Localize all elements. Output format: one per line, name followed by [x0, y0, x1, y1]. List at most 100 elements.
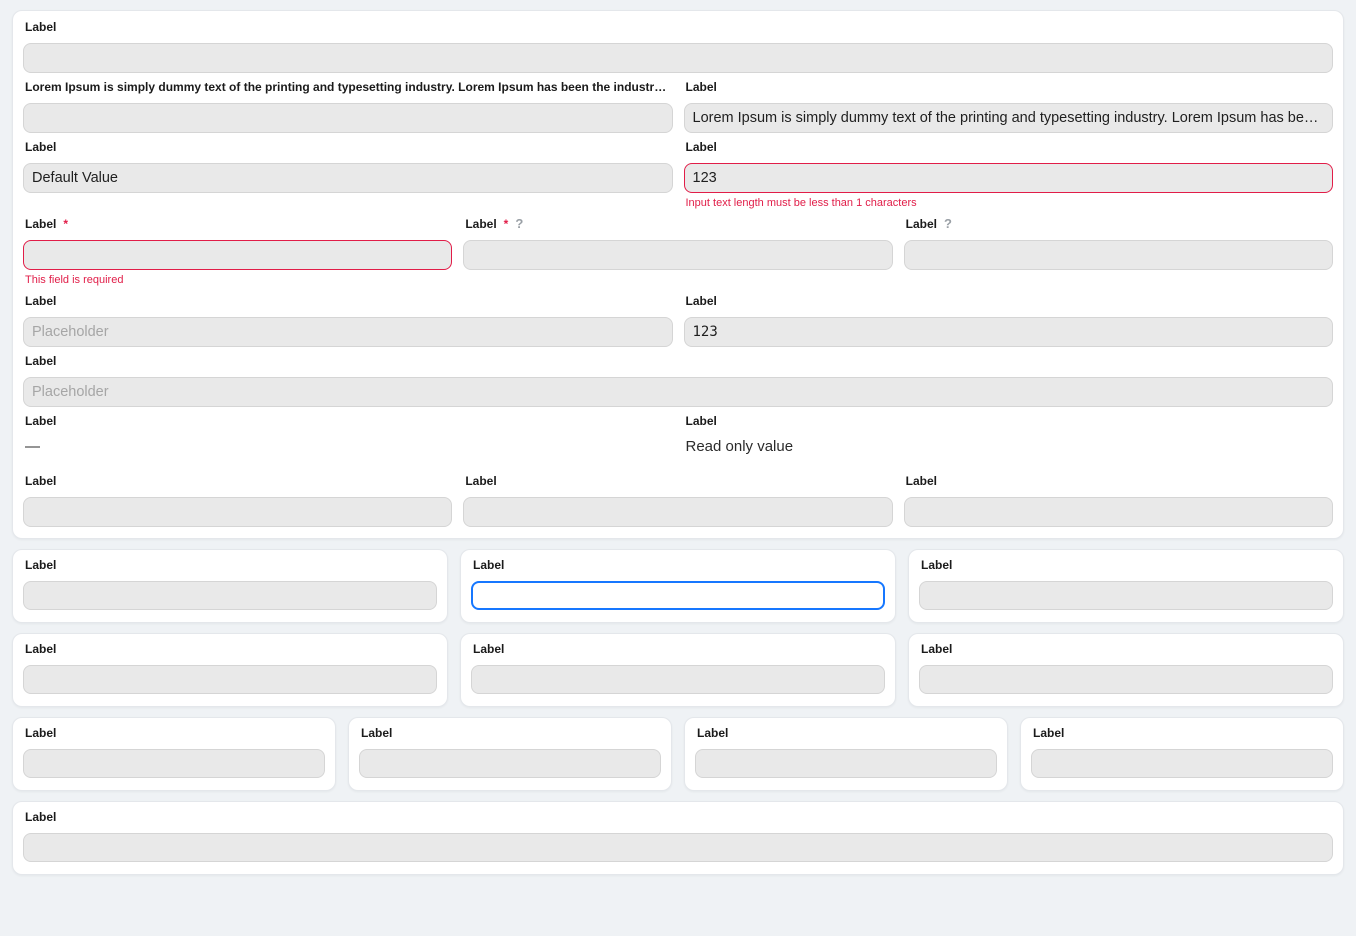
- text-input[interactable]: [23, 749, 325, 778]
- field-label: Label: [686, 80, 1332, 94]
- card-row-focused: Label Label Label: [12, 549, 1344, 623]
- field-label-text: Label: [465, 217, 496, 231]
- text-input[interactable]: [471, 665, 885, 694]
- field-label-text: Label: [25, 474, 56, 488]
- text-input[interactable]: [23, 103, 673, 133]
- text-input[interactable]: [23, 163, 673, 193]
- field-label: Label: [361, 726, 659, 740]
- field-label-text: Label: [686, 80, 717, 94]
- required-error-message: This field is required: [25, 274, 450, 287]
- text-input-focused[interactable]: [471, 581, 885, 610]
- readonly-value: Read only value: [686, 437, 1332, 456]
- text-input[interactable]: [919, 581, 1333, 610]
- text-input-required[interactable]: [23, 240, 452, 270]
- field-label: Label: [473, 642, 883, 656]
- text-input[interactable]: [23, 497, 452, 527]
- field-label-text: Label: [25, 354, 56, 368]
- field-label-text: Label: [465, 474, 496, 488]
- required-asterisk: *: [63, 217, 68, 231]
- field-label: Label: [697, 726, 995, 740]
- form-field: Label ?: [904, 217, 1333, 287]
- help-icon[interactable]: ?: [944, 217, 952, 231]
- form-field: Label: [684, 294, 1334, 347]
- field-card: Label: [1020, 717, 1344, 791]
- field-label-text: Label: [906, 474, 937, 488]
- form-field: Label * This field is required: [23, 217, 452, 287]
- field-label-text: Label: [686, 294, 717, 308]
- readonly-value: —: [25, 437, 671, 456]
- form-field: Label: [23, 354, 1333, 407]
- text-input[interactable]: [684, 103, 1334, 133]
- field-label: Label: [921, 558, 1331, 572]
- text-input[interactable]: [23, 43, 1333, 73]
- field-card: Label: [908, 549, 1344, 623]
- help-icon[interactable]: ?: [515, 217, 523, 231]
- form-field: Lorem Ipsum is simply dummy text of the …: [23, 80, 673, 133]
- form-field: Label Input text length must be less tha…: [684, 140, 1334, 210]
- field-label: Label: [25, 642, 435, 656]
- field-label: Label *: [25, 217, 450, 231]
- field-label: Label: [686, 140, 1332, 154]
- field-label: Label: [25, 558, 435, 572]
- form-field: Label: [23, 140, 673, 210]
- field-label: Label: [921, 642, 1331, 656]
- text-input[interactable]: [904, 240, 1333, 270]
- field-label: Label * ?: [465, 217, 890, 231]
- field-label-text: Label: [25, 217, 56, 231]
- field-label-text: Label: [921, 642, 952, 656]
- text-input[interactable]: [695, 749, 997, 778]
- field-card: Label: [12, 549, 448, 623]
- text-input[interactable]: [23, 665, 437, 694]
- field-label: Label ?: [906, 217, 1331, 231]
- field-label: Label: [25, 294, 671, 308]
- field-label-text: Label: [906, 217, 937, 231]
- text-input[interactable]: [463, 497, 892, 527]
- field-label: Label: [686, 414, 1332, 428]
- numeric-input[interactable]: [684, 317, 1334, 347]
- field-label: Label: [25, 810, 1331, 824]
- field-label: Label: [465, 474, 890, 488]
- text-input[interactable]: [904, 497, 1333, 527]
- text-input[interactable]: [463, 240, 892, 270]
- field-label: Label: [25, 20, 1331, 34]
- field-label-text: Lorem Ipsum is simply dummy text of the …: [25, 80, 671, 94]
- text-input-error[interactable]: [684, 163, 1334, 193]
- text-input[interactable]: [919, 665, 1333, 694]
- text-input-placeholder[interactable]: [23, 377, 1333, 407]
- text-input[interactable]: [1031, 749, 1333, 778]
- required-asterisk: *: [504, 217, 509, 231]
- field-card: Label: [908, 633, 1344, 707]
- field-label: Label: [25, 354, 1331, 368]
- text-input-placeholder[interactable]: [23, 317, 673, 347]
- form-field: Label: [23, 474, 452, 527]
- field-label: Label: [473, 558, 883, 572]
- text-input[interactable]: [23, 833, 1333, 862]
- field-card: Label: [348, 717, 672, 791]
- field-label-text: Label: [1033, 726, 1064, 740]
- field-label: Label: [25, 414, 671, 428]
- field-card: Label: [684, 717, 1008, 791]
- field-label: Label: [686, 294, 1332, 308]
- form-field: Label: [23, 294, 673, 347]
- field-label-text: Label: [25, 642, 56, 656]
- field-label-text: Label: [25, 294, 56, 308]
- form-field: Label * ?: [463, 217, 892, 287]
- field-label-text: Label: [473, 558, 504, 572]
- bottom-field-card: Label: [12, 801, 1344, 875]
- field-label-text: Label: [25, 726, 56, 740]
- form-field: Label: [23, 20, 1333, 73]
- card-row-quad: Label Label Label Label: [12, 717, 1344, 791]
- field-label: Label: [906, 474, 1331, 488]
- text-input[interactable]: [359, 749, 661, 778]
- form-field: Label: [684, 80, 1334, 133]
- form-field: Label: [463, 474, 892, 527]
- field-label: Label: [25, 474, 450, 488]
- text-input[interactable]: [23, 581, 437, 610]
- field-card: Label: [460, 633, 896, 707]
- field-card: Label: [12, 633, 448, 707]
- field-label-text: Label: [25, 20, 56, 34]
- field-label-text: Label: [686, 140, 717, 154]
- main-form-card: Label Lorem Ipsum is simply dummy text o…: [12, 10, 1344, 539]
- field-card: Label: [12, 717, 336, 791]
- field-label: Label: [1033, 726, 1331, 740]
